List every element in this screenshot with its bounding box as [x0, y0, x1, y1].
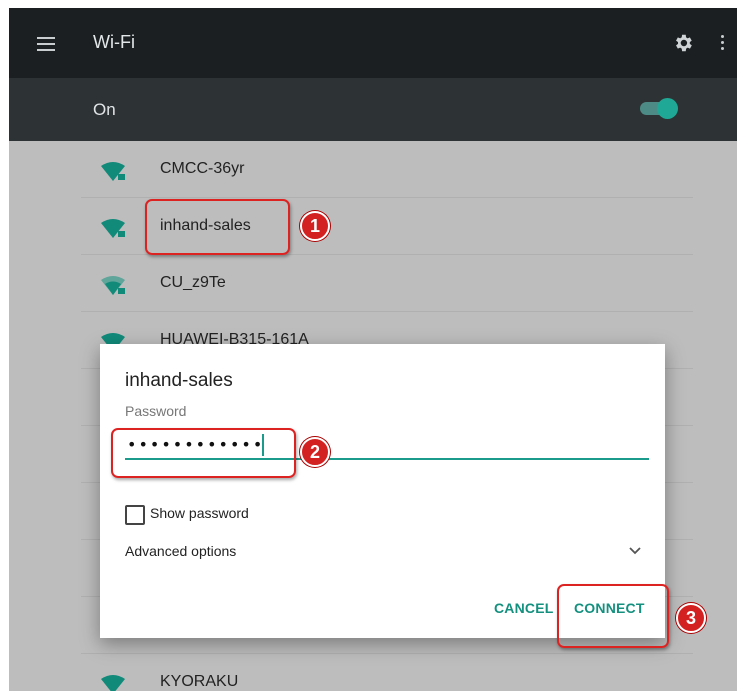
wifi-toggle[interactable]	[640, 98, 678, 119]
gear-icon[interactable]	[672, 32, 694, 54]
cancel-button[interactable]: CANCEL	[494, 600, 554, 616]
show-password-label[interactable]: Show password	[150, 505, 249, 521]
toolbar: Wi-Fi	[9, 8, 737, 78]
network-row-kyoraku[interactable]: KYORAKU	[9, 654, 737, 691]
wifi-signal-lock-icon	[101, 276, 125, 295]
wifi-signal-lock-icon	[101, 219, 125, 238]
wifi-signal-icon	[101, 675, 125, 691]
wifi-signal-lock-icon	[101, 162, 125, 181]
advanced-options-label[interactable]: Advanced options	[125, 543, 236, 559]
annotation-box-1	[145, 199, 290, 255]
more-options-icon[interactable]	[721, 35, 725, 51]
password-label: Password	[125, 403, 187, 419]
network-ssid: KYORAKU	[160, 673, 239, 690]
wifi-master-switch-bar[interactable]: On	[9, 78, 737, 141]
annotation-badge-2: 2	[300, 437, 330, 467]
menu-icon[interactable]	[37, 37, 55, 51]
annotation-box-2	[111, 428, 296, 478]
annotation-badge-3: 3	[676, 603, 706, 633]
network-row-cmcc[interactable]: CMCC-36yr	[9, 141, 737, 198]
network-ssid: CU_z9Te	[160, 274, 226, 291]
chevron-down-icon[interactable]	[628, 544, 642, 558]
network-row-inhand-sales[interactable]: inhand-sales	[9, 198, 737, 255]
dialog-title: inhand-sales	[125, 370, 233, 391]
show-password-checkbox[interactable]	[125, 505, 145, 525]
page-title: Wi-Fi	[93, 32, 135, 52]
network-ssid: CMCC-36yr	[160, 160, 245, 177]
annotation-box-3	[557, 584, 669, 648]
network-row-cu[interactable]: CU_z9Te	[9, 255, 737, 312]
wifi-status-label: On	[93, 100, 116, 119]
annotation-badge-1: 1	[300, 211, 330, 241]
